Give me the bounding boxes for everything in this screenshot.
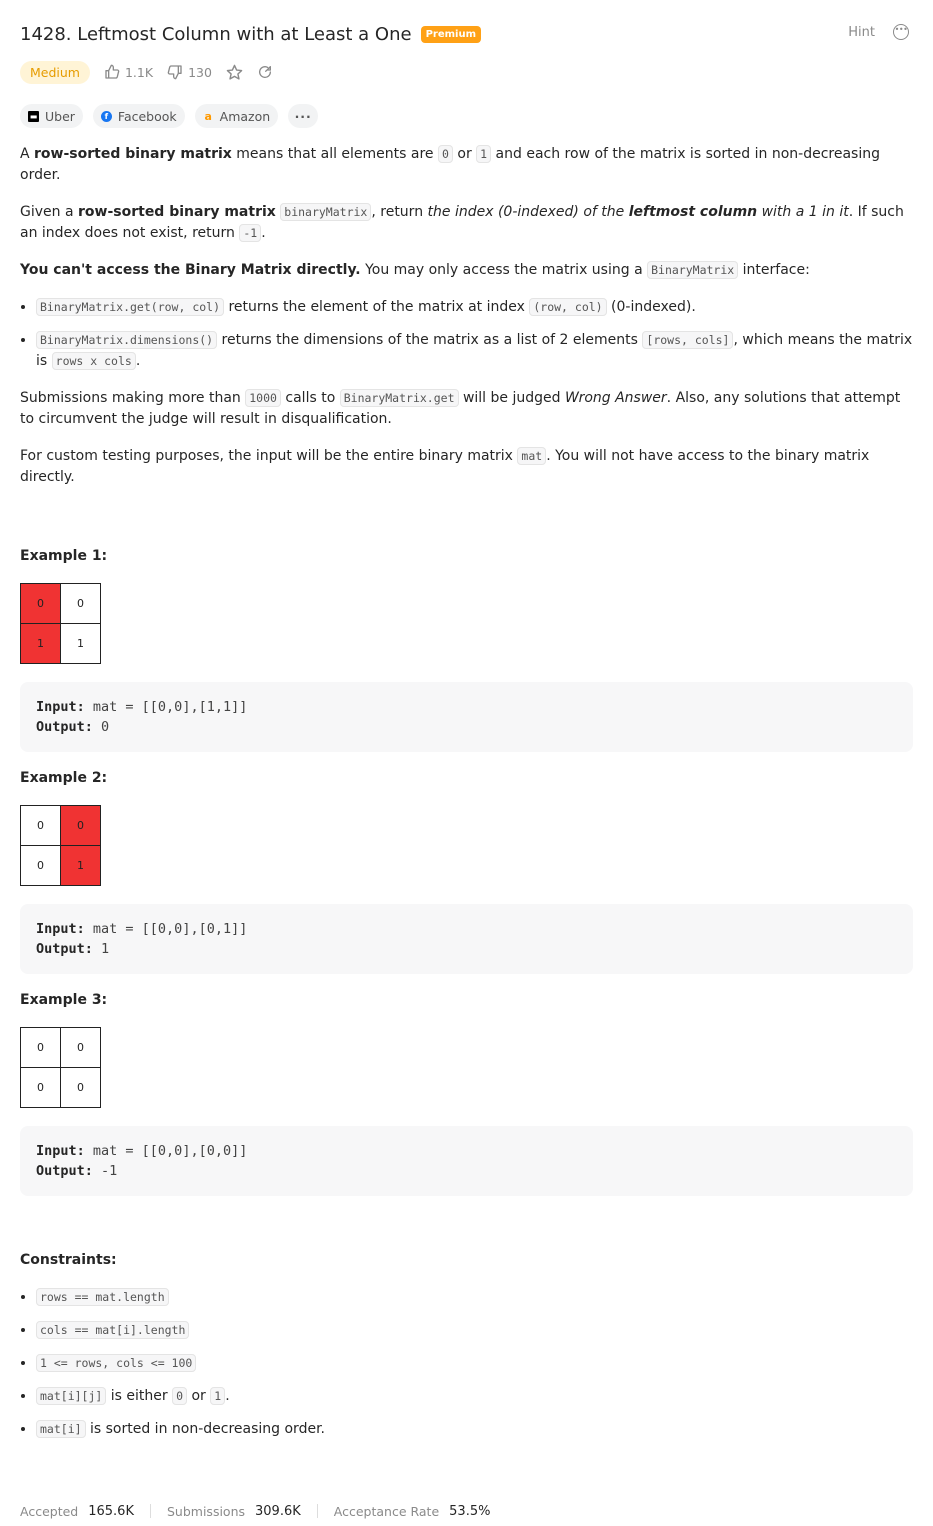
example-title: Example 3: xyxy=(20,992,108,1008)
matrix-cell: 0 xyxy=(20,1027,61,1068)
top-right-actions: Hint ••• xyxy=(848,24,909,40)
problem-page: 1428. Leftmost Column with at Least a On… xyxy=(0,0,933,1526)
problem-title[interactable]: 1428. Leftmost Column with at Least a On… xyxy=(20,24,412,45)
interface-list: BinaryMatrix.get(row, col) returns the e… xyxy=(20,297,913,372)
list-item: BinaryMatrix.dimensions() returns the di… xyxy=(36,330,913,372)
example-io-block: Input: mat = [[0,0],[0,1]] Output: 1 xyxy=(20,904,913,974)
constraints-list: rows == mat.length cols == mat[i].length… xyxy=(20,1287,913,1440)
example-2: Example 2: 0 0 0 1 Input: mat = [[0,0],[… xyxy=(20,768,913,974)
company-tags: ▬ Uber f Facebook a Amazon ··· xyxy=(20,98,913,134)
matrix-cell: 1 xyxy=(60,845,101,886)
description-paragraph: Given a row-sorted binary matrix binaryM… xyxy=(20,203,904,242)
matrix-cell: 0 xyxy=(20,805,61,846)
more-options-icon[interactable]: ••• xyxy=(893,24,909,40)
share-button[interactable] xyxy=(257,64,273,80)
accepted-count: 165.6K xyxy=(88,1503,134,1519)
matrix-cell: 0 xyxy=(20,1067,61,1108)
example-matrix: 0 0 0 0 xyxy=(20,1027,101,1108)
matrix-cell: 0 xyxy=(60,805,101,846)
example-io-block: Input: mat = [[0,0],[0,0]] Output: -1 xyxy=(20,1126,913,1196)
company-tag-facebook[interactable]: f Facebook xyxy=(92,104,185,128)
favorite-button[interactable] xyxy=(226,64,243,81)
more-companies-button[interactable]: ··· xyxy=(288,104,319,128)
thumbs-up-icon xyxy=(105,64,120,79)
matrix-cell: 0 xyxy=(20,583,61,624)
dislike-count: 130 xyxy=(188,64,212,80)
submissions-label: Submissions xyxy=(166,1503,246,1519)
list-item: mat[i][j] is either 0 or 1. xyxy=(36,1386,913,1407)
star-icon xyxy=(226,64,243,80)
example-matrix: 0 0 0 1 xyxy=(20,805,101,886)
uber-logo-icon: ▬ xyxy=(28,110,39,122)
company-name: Uber xyxy=(45,108,75,124)
list-item: mat[i] is sorted in non-decreasing order… xyxy=(36,1419,913,1440)
matrix-cell: 1 xyxy=(60,623,101,664)
premium-badge: Premium xyxy=(420,25,482,43)
amazon-logo-icon: a xyxy=(204,109,212,123)
facebook-logo-icon: f xyxy=(100,110,112,122)
description-paragraph: You can't access the Binary Matrix direc… xyxy=(20,261,810,279)
example-io-block: Input: mat = [[0,0],[1,1]] Output: 0 xyxy=(20,682,913,752)
company-name: Facebook xyxy=(117,108,177,124)
matrix-cell: 0 xyxy=(60,583,101,624)
acceptance-rate: 53.5% xyxy=(449,1503,491,1519)
thumbs-down-icon xyxy=(167,65,182,80)
example-1: Example 1: 0 0 1 1 Input: mat = [[0,0],[… xyxy=(20,546,913,752)
company-name: Amazon xyxy=(219,108,271,124)
submission-stats: Accepted 165.6K Submissions 309.6K Accep… xyxy=(20,1496,913,1526)
example-title: Example 2: xyxy=(20,770,108,786)
example-3: Example 3: 0 0 0 0 Input: mat = [[0,0],[… xyxy=(20,990,913,1196)
example-title: Example 1: xyxy=(20,548,108,564)
list-item: BinaryMatrix.get(row, col) returns the e… xyxy=(36,297,913,318)
meta-row: Medium 1.1K 130 xyxy=(20,54,913,90)
list-item: rows == mat.length xyxy=(36,1287,913,1308)
title-row: 1428. Leftmost Column with at Least a On… xyxy=(20,0,913,54)
description-paragraph: For custom testing purposes, the input w… xyxy=(20,447,870,485)
matrix-cell: 0 xyxy=(60,1067,101,1108)
like-button[interactable]: 1.1K xyxy=(104,64,153,80)
divider xyxy=(316,1504,318,1518)
company-tag-uber[interactable]: ▬ Uber xyxy=(20,104,83,128)
constraints-title: Constraints: xyxy=(20,1252,117,1268)
hint-button[interactable]: Hint xyxy=(848,25,875,40)
matrix-cell: 0 xyxy=(20,845,61,886)
like-count: 1.1K xyxy=(124,64,154,80)
company-tag-amazon[interactable]: a Amazon xyxy=(194,104,279,128)
constraints-section: Constraints: rows == mat.length cols == … xyxy=(20,1250,913,1440)
accepted-label: Accepted xyxy=(20,1503,79,1519)
difficulty-badge: Medium xyxy=(20,60,90,84)
list-item: 1 <= rows, cols <= 100 xyxy=(36,1353,913,1374)
example-matrix: 0 0 1 1 xyxy=(20,583,101,664)
submissions-count: 309.6K xyxy=(255,1503,301,1519)
list-item: cols == mat[i].length xyxy=(36,1320,913,1341)
description-paragraph: A row-sorted binary matrix means that al… xyxy=(20,145,880,183)
acceptance-rate-label: Acceptance Rate xyxy=(333,1503,440,1519)
share-icon xyxy=(258,66,271,78)
dislike-button[interactable]: 130 xyxy=(167,64,212,80)
description-paragraph: Submissions making more than 1000 calls … xyxy=(20,389,901,427)
matrix-cell: 1 xyxy=(20,623,61,664)
matrix-cell: 0 xyxy=(60,1027,101,1068)
divider xyxy=(149,1504,151,1518)
problem-description: A row-sorted binary matrix means that al… xyxy=(20,144,913,488)
